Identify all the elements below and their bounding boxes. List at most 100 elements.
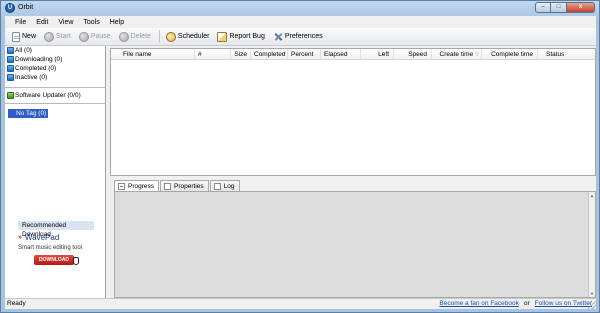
- sidebar-item-label: Downloading (0): [15, 56, 63, 63]
- column-header-left[interactable]: Left: [361, 49, 394, 59]
- tab-properties[interactable]: Properties: [160, 180, 209, 191]
- recommended-heading: Recommended Download: [18, 221, 94, 238]
- sidebar: All (0) Downloading (0) Completed (0) In…: [5, 46, 106, 298]
- menu-file[interactable]: File: [11, 17, 30, 28]
- clock-icon: [165, 31, 176, 42]
- maximize-button[interactable]: □: [551, 2, 567, 13]
- start-icon: [44, 31, 55, 42]
- scheduler-label: Scheduler: [177, 33, 210, 40]
- completed-icon: [7, 65, 14, 72]
- preferences-button[interactable]: Preferences: [270, 30, 326, 44]
- software-updater-icon: [7, 92, 14, 99]
- inactive-icon: [7, 74, 14, 81]
- column-header-complete-time[interactable]: Complete time: [482, 49, 538, 59]
- status-bar: Ready Become a fan on Facebook or Follow…: [5, 298, 596, 309]
- menu-tools[interactable]: Tools: [79, 17, 103, 28]
- column-header-percent[interactable]: Percent: [288, 49, 321, 59]
- column-header-create-time[interactable]: Create time ▽: [432, 49, 482, 59]
- scheduler-button[interactable]: Scheduler: [163, 30, 213, 44]
- status-text: Ready: [7, 300, 26, 307]
- sort-indicator-icon: ▽: [475, 52, 479, 58]
- tab-label: Properties: [174, 182, 204, 190]
- report-bug-label: Report Bug: [229, 33, 265, 40]
- recommended-download-box: Recommended Download » WavePad Smart mus…: [18, 221, 94, 265]
- column-header-completed[interactable]: Completed: [251, 49, 288, 59]
- tab-log[interactable]: Log: [209, 180, 240, 191]
- or-text: or: [523, 300, 530, 307]
- column-header-file-name[interactable]: File name: [111, 49, 195, 59]
- menu-help[interactable]: Help: [106, 17, 128, 28]
- log-icon: [213, 182, 221, 190]
- sidebar-item-label: All (0): [15, 47, 32, 54]
- start-button[interactable]: Start: [41, 30, 74, 44]
- status-filter-list: All (0) Downloading (0) Completed (0) In…: [5, 46, 105, 82]
- menu-bar: File Edit View Tools Help: [5, 16, 596, 28]
- report-bug-icon: [217, 31, 228, 42]
- toolbar: New Start Pause Delete Scheduler Report …: [5, 28, 596, 46]
- orbit-logo-icon: U: [5, 3, 15, 13]
- menu-edit[interactable]: Edit: [32, 17, 52, 28]
- product-name: WavePad: [24, 233, 60, 242]
- sidebar-item-inactive[interactable]: Inactive (0): [5, 73, 105, 82]
- sidebar-item-downloading[interactable]: Downloading (0): [5, 55, 105, 64]
- progress-icon: [118, 183, 125, 190]
- delete-label: Delete: [130, 33, 151, 40]
- sidebar-item-no-tag[interactable]: No Tag (0): [8, 109, 48, 118]
- sidebar-divider: [5, 103, 105, 104]
- new-label: New: [22, 33, 37, 40]
- scroll-down-arrow-icon[interactable]: ▼: [589, 290, 595, 297]
- close-button[interactable]: x: [567, 2, 595, 13]
- social-links: Become a fan on Facebook or Follow us on…: [439, 299, 592, 309]
- properties-icon: [164, 182, 172, 190]
- download-label: DOWNLOAD: [39, 257, 69, 263]
- title-bar: U Orbit – □ x: [1, 1, 599, 16]
- column-header-elapsed[interactable]: Elapsed: [321, 49, 361, 59]
- sidebar-item-all[interactable]: All (0): [5, 46, 105, 55]
- toolbar-separator: [158, 30, 160, 43]
- recommended-product-link[interactable]: » WavePad: [18, 233, 94, 242]
- delete-icon: [118, 31, 129, 42]
- window-title: Orbit: [18, 4, 34, 11]
- tools-icon: [273, 32, 283, 42]
- sidebar-divider: [5, 87, 105, 88]
- main-content: All (0) Downloading (0) Completed (0) In…: [5, 46, 596, 298]
- new-document-icon: [12, 31, 20, 42]
- product-description: Smart music editing tool: [18, 245, 83, 251]
- sidebar-item-label: Inactive (0): [15, 74, 48, 81]
- column-header-size[interactable]: Size: [231, 49, 251, 59]
- download-list-header: File name # Size Completed Percent Elaps…: [111, 49, 595, 60]
- report-bug-button[interactable]: Report Bug: [214, 30, 267, 44]
- sidebar-item-label: Completed (0): [15, 65, 57, 72]
- download-list[interactable]: File name # Size Completed Percent Elaps…: [110, 48, 596, 176]
- software-updater-label: Software Updater (0/0): [15, 92, 81, 99]
- window-controls: – □ x: [535, 2, 595, 14]
- all-downloads-icon: [7, 47, 14, 54]
- create-time-label: Create time: [439, 51, 474, 58]
- column-header-number[interactable]: #: [195, 49, 231, 59]
- sidebar-item-software-updater[interactable]: Software Updater (0/0): [7, 92, 81, 99]
- download-button[interactable]: DOWNLOAD: [34, 255, 79, 265]
- menu-view[interactable]: View: [54, 17, 77, 28]
- sidebar-item-completed[interactable]: Completed (0): [5, 64, 105, 73]
- scroll-up-arrow-icon[interactable]: ▲: [589, 192, 595, 199]
- column-header-speed[interactable]: Speed: [394, 49, 432, 59]
- twitter-link[interactable]: Follow us on Twitter: [535, 299, 592, 309]
- app-window: U Orbit – □ x File Edit View Tools Help …: [0, 0, 600, 313]
- delete-button[interactable]: Delete: [116, 30, 154, 44]
- pause-label: Pause: [90, 33, 111, 40]
- minimize-button[interactable]: –: [535, 2, 551, 13]
- main-panel: File name # Size Completed Percent Elaps…: [110, 46, 596, 298]
- new-button[interactable]: New: [9, 30, 39, 44]
- pause-button[interactable]: Pause: [76, 30, 114, 44]
- column-header-status[interactable]: Status: [538, 49, 595, 59]
- tab-label: Log: [223, 182, 235, 190]
- hand-cursor-icon: [73, 257, 79, 265]
- vertical-scrollbar[interactable]: ▲ ▼: [588, 192, 595, 297]
- facebook-link[interactable]: Become a fan on Facebook: [439, 299, 519, 309]
- start-label: Start: [56, 33, 71, 40]
- downloading-icon: [7, 56, 14, 63]
- double-arrow-icon: »: [18, 234, 22, 241]
- resize-grip[interactable]: [588, 301, 596, 309]
- preferences-label: Preferences: [284, 33, 323, 40]
- progress-panel: ▲ ▼: [114, 191, 596, 298]
